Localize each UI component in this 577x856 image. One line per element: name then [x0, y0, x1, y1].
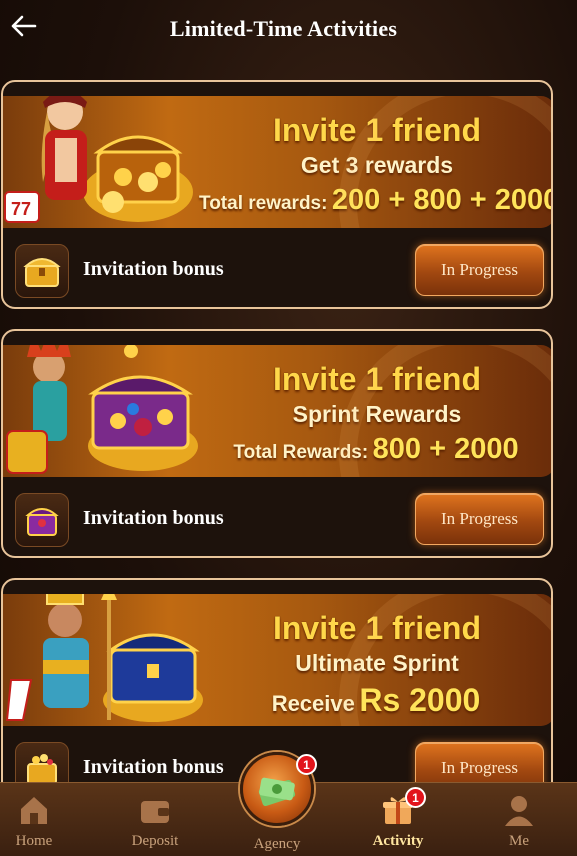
tab-activity-label: Activity: [372, 833, 424, 849]
banner-headline: Invite 1 friend: [272, 610, 482, 646]
tab-deposit[interactable]: Deposit: [110, 793, 200, 855]
banner-rewards-amount: 200 + 800 + 2000: [331, 184, 553, 216]
activity-card[interactable]: 77 Invite 1 friend Get 3 rewards Total r…: [1, 80, 553, 309]
home-icon: [21, 797, 47, 824]
activity-notification-badge: 1: [405, 787, 426, 808]
banner-rewards-label: Total Rewards:: [233, 442, 369, 463]
banner-rewards: Total Rewards: 800 + 2000: [199, 433, 551, 466]
gem-chest-icon: [15, 493, 69, 547]
banner-rewards-label: Receive: [271, 691, 355, 716]
banner-rewards-amount: 800 + 2000: [372, 433, 519, 465]
banner-headline: Invite 1 friend: [272, 361, 482, 397]
back-button[interactable]: [8, 10, 40, 42]
banner-headline: Invite 1 friend: [272, 112, 482, 148]
activity-label: Invitation bonus: [83, 507, 224, 529]
banner-rewards-label: Total rewards:: [199, 193, 328, 214]
banner-subtitle: Get 3 rewards: [300, 152, 454, 178]
banner-rewards: Total rewards: 200 + 800 + 2000: [199, 184, 553, 217]
tab-home[interactable]: Home: [0, 793, 79, 855]
tab-me-label: Me: [509, 833, 529, 849]
money-stack-icon: [258, 777, 296, 807]
header: Limited-Time Activities: [0, 0, 577, 58]
aztec-girl-treasure-icon: [6, 345, 198, 474]
inca-warrior-treasure-icon: [5, 594, 203, 722]
activity-label: Invitation bonus: [83, 756, 224, 778]
agency-notification-badge: 1: [296, 754, 317, 775]
in-progress-button[interactable]: In Progress: [415, 493, 544, 545]
user-icon: [505, 796, 533, 826]
activity-banner[interactable]: Invite 1 friend Sprint Rewards Total Rew…: [3, 345, 551, 477]
tab-home-label: Home: [15, 833, 53, 849]
banner-subtitle: Sprint Rewards: [292, 401, 462, 427]
page-title: Limited-Time Activities: [169, 16, 398, 41]
activity-row: Invitation bonus In Progress: [3, 228, 551, 307]
tab-me[interactable]: Me: [474, 793, 564, 855]
activity-banner[interactable]: Invite 1 friend Ultimate Sprint Receive …: [3, 594, 551, 726]
tab-agency-label: Agency: [253, 836, 301, 852]
wallet-icon: [141, 801, 169, 823]
banner-rewards-amount: Rs 2000: [359, 682, 481, 718]
svg-text:77: 77: [11, 199, 31, 219]
activity-label: Invitation bonus: [83, 258, 224, 280]
in-progress-button[interactable]: In Progress: [415, 244, 544, 296]
banner-subtitle: Ultimate Sprint: [295, 650, 459, 676]
tab-activity[interactable]: Activity: [353, 793, 443, 855]
activity-banner[interactable]: 77 Invite 1 friend Get 3 rewards Total r…: [3, 96, 553, 228]
activity-card[interactable]: Invite 1 friend Sprint Rewards Total Rew…: [1, 329, 553, 558]
arrow-left-icon: [11, 15, 37, 37]
treasure-chest-icon: [15, 244, 69, 298]
activity-row: Invitation bonus In Progress: [3, 477, 551, 556]
banner-rewards: Receive Rs 2000: [199, 682, 551, 719]
pirate-girl-treasure-icon: 77: [4, 96, 193, 223]
tab-deposit-label: Deposit: [131, 833, 179, 849]
